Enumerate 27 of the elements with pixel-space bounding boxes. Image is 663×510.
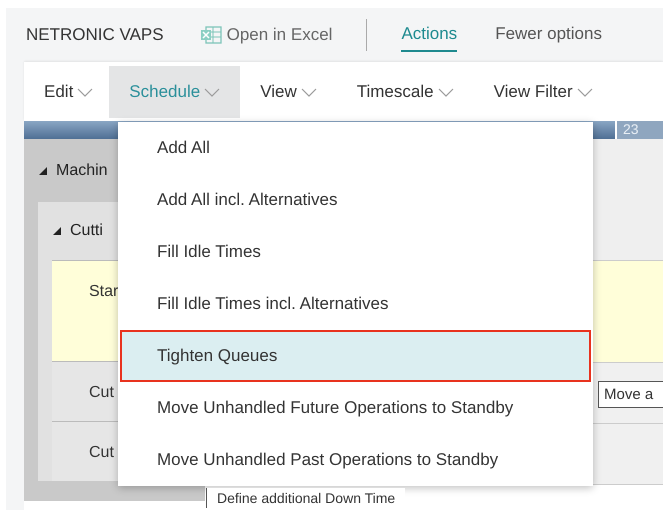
collapse-triangle-icon: [52, 226, 62, 236]
menu-button[interactable]: View: [240, 66, 337, 118]
action-tab[interactable]: Fewer options: [495, 18, 602, 52]
chevron-down-icon: [576, 86, 593, 96]
spreadsheet-icon: [200, 26, 222, 44]
collapse-triangle-icon: [38, 166, 48, 176]
chevron-down-icon: [77, 86, 94, 96]
timescale-label: 23: [615, 121, 663, 139]
menu-item[interactable]: Move Unhandled Future Operations to Standby: [120, 382, 591, 434]
open-in-excel-button[interactable]: Open in Excel: [200, 25, 332, 45]
chevron-down-icon: [300, 86, 317, 96]
menu-button[interactable]: View Filter: [474, 66, 613, 118]
menu-item[interactable]: Add All incl. Alternatives: [120, 174, 591, 226]
app-title: NETRONIC VAPS: [26, 25, 164, 45]
menu-button[interactable]: Edit: [44, 66, 110, 118]
action-tab[interactable]: Actions: [401, 18, 458, 52]
subgroup-label: Cutti: [70, 222, 103, 240]
chevron-down-icon: [438, 86, 454, 96]
menu-item[interactable]: Fill Idle Times: [120, 226, 591, 278]
menu-button[interactable]: Timescale: [336, 66, 474, 118]
menu-item[interactable]: Move Unhandled Past Operations to Standby: [120, 434, 591, 486]
menu-item[interactable]: Add All: [120, 122, 591, 174]
menu-item[interactable]: Fill Idle Times incl. Alternatives: [120, 278, 591, 330]
tooltip: Move a: [598, 381, 663, 408]
menu-item[interactable]: Tighten Queues: [120, 330, 591, 382]
chevron-down-icon: [204, 86, 220, 96]
group-label: Machin: [56, 162, 108, 180]
